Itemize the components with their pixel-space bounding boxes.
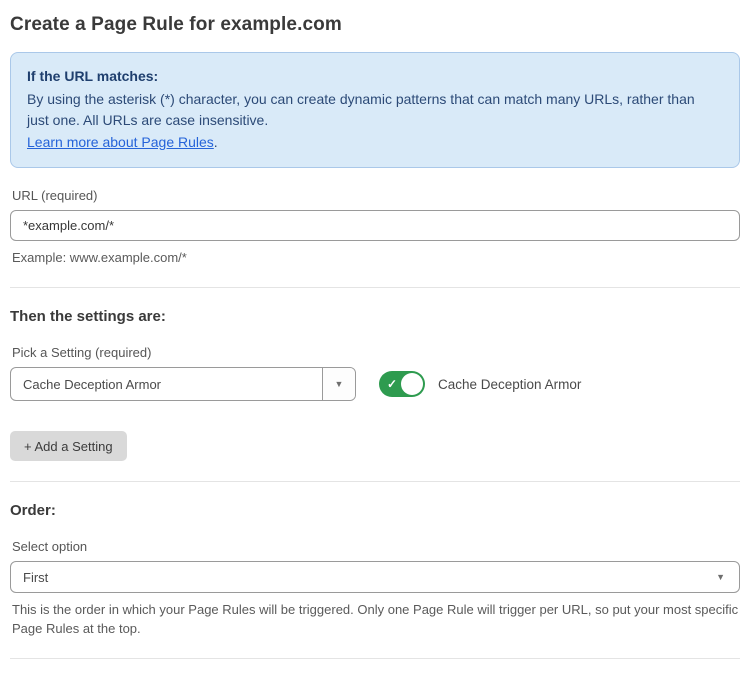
setting-toggle-wrap: ✓ Cache Deception Armor xyxy=(379,371,581,397)
order-select-value: First xyxy=(11,562,716,592)
cache-deception-armor-toggle[interactable]: ✓ xyxy=(379,371,425,397)
url-match-info-callout: If the URL matches: By using the asteris… xyxy=(10,52,740,168)
page-title: Create a Page Rule for example.com xyxy=(10,14,740,36)
order-helper-text: This is the order in which your Page Rul… xyxy=(12,600,740,638)
url-field-label: URL (required) xyxy=(12,188,740,203)
setting-select[interactable]: Cache Deception Armor ▼ xyxy=(10,367,356,401)
chevron-down-icon: ▼ xyxy=(716,573,725,582)
divider xyxy=(10,287,740,288)
divider xyxy=(10,658,740,659)
info-callout-heading: If the URL matches: xyxy=(27,66,723,87)
setting-select-value: Cache Deception Armor xyxy=(11,368,322,400)
chevron-down-icon: ▼ xyxy=(335,380,344,389)
add-setting-button[interactable]: + Add a Setting xyxy=(10,431,127,461)
info-link-line: Learn more about Page Rules. xyxy=(27,132,723,153)
url-input[interactable] xyxy=(10,210,740,241)
create-page-rule-form: Create a Page Rule for example.com If th… xyxy=(0,0,750,679)
settings-section-heading: Then the settings are: xyxy=(10,308,740,325)
url-example-helper: Example: www.example.com/* xyxy=(12,248,740,267)
divider xyxy=(10,481,740,482)
toggle-knob xyxy=(401,373,423,395)
pick-setting-label: Pick a Setting (required) xyxy=(12,345,740,360)
order-select-arrow: ▼ xyxy=(716,562,739,592)
toggle-label: Cache Deception Armor xyxy=(438,377,581,392)
info-callout-body: By using the asterisk (*) character, you… xyxy=(27,89,717,131)
order-select-label: Select option xyxy=(12,539,740,554)
setting-row: Cache Deception Armor ▼ ✓ Cache Deceptio… xyxy=(10,367,740,401)
check-icon: ✓ xyxy=(387,377,397,391)
learn-more-link[interactable]: Learn more about Page Rules xyxy=(27,134,214,150)
setting-select-arrow-button[interactable]: ▼ xyxy=(322,368,355,400)
order-select[interactable]: First ▼ xyxy=(10,561,740,593)
order-section-heading: Order: xyxy=(10,502,740,519)
link-suffix-period: . xyxy=(214,134,218,150)
